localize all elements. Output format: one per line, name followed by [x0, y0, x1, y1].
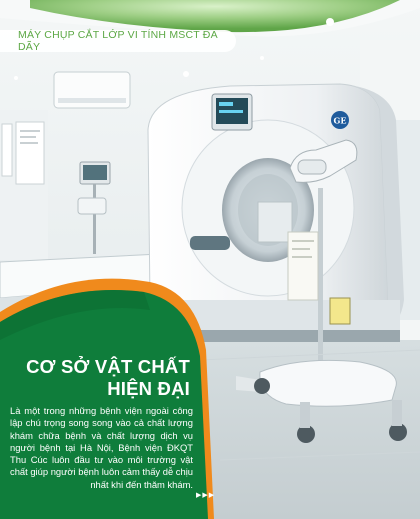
triple-arrow-right-icon: ▶▶▶ — [196, 492, 216, 499]
banner: GE MÁY CHỤP CẮT LỚP VI TÍNH MSCT ĐA DÃY … — [0, 0, 420, 519]
section-title: CƠ SỞ VẬT CHẤT HIỆN ĐẠI — [0, 356, 190, 400]
page-header-label: MÁY CHỤP CẮT LỚP VI TÍNH MSCT ĐA DÃY — [0, 29, 236, 53]
section-description: Là một trong những bệnh viện ngoài công … — [10, 405, 193, 490]
svg-text:GE: GE — [334, 116, 347, 126]
section-title-line-2: HIỆN ĐẠI — [107, 378, 190, 399]
section-title-line-1: CƠ SỞ VẬT CHẤT — [26, 356, 190, 377]
